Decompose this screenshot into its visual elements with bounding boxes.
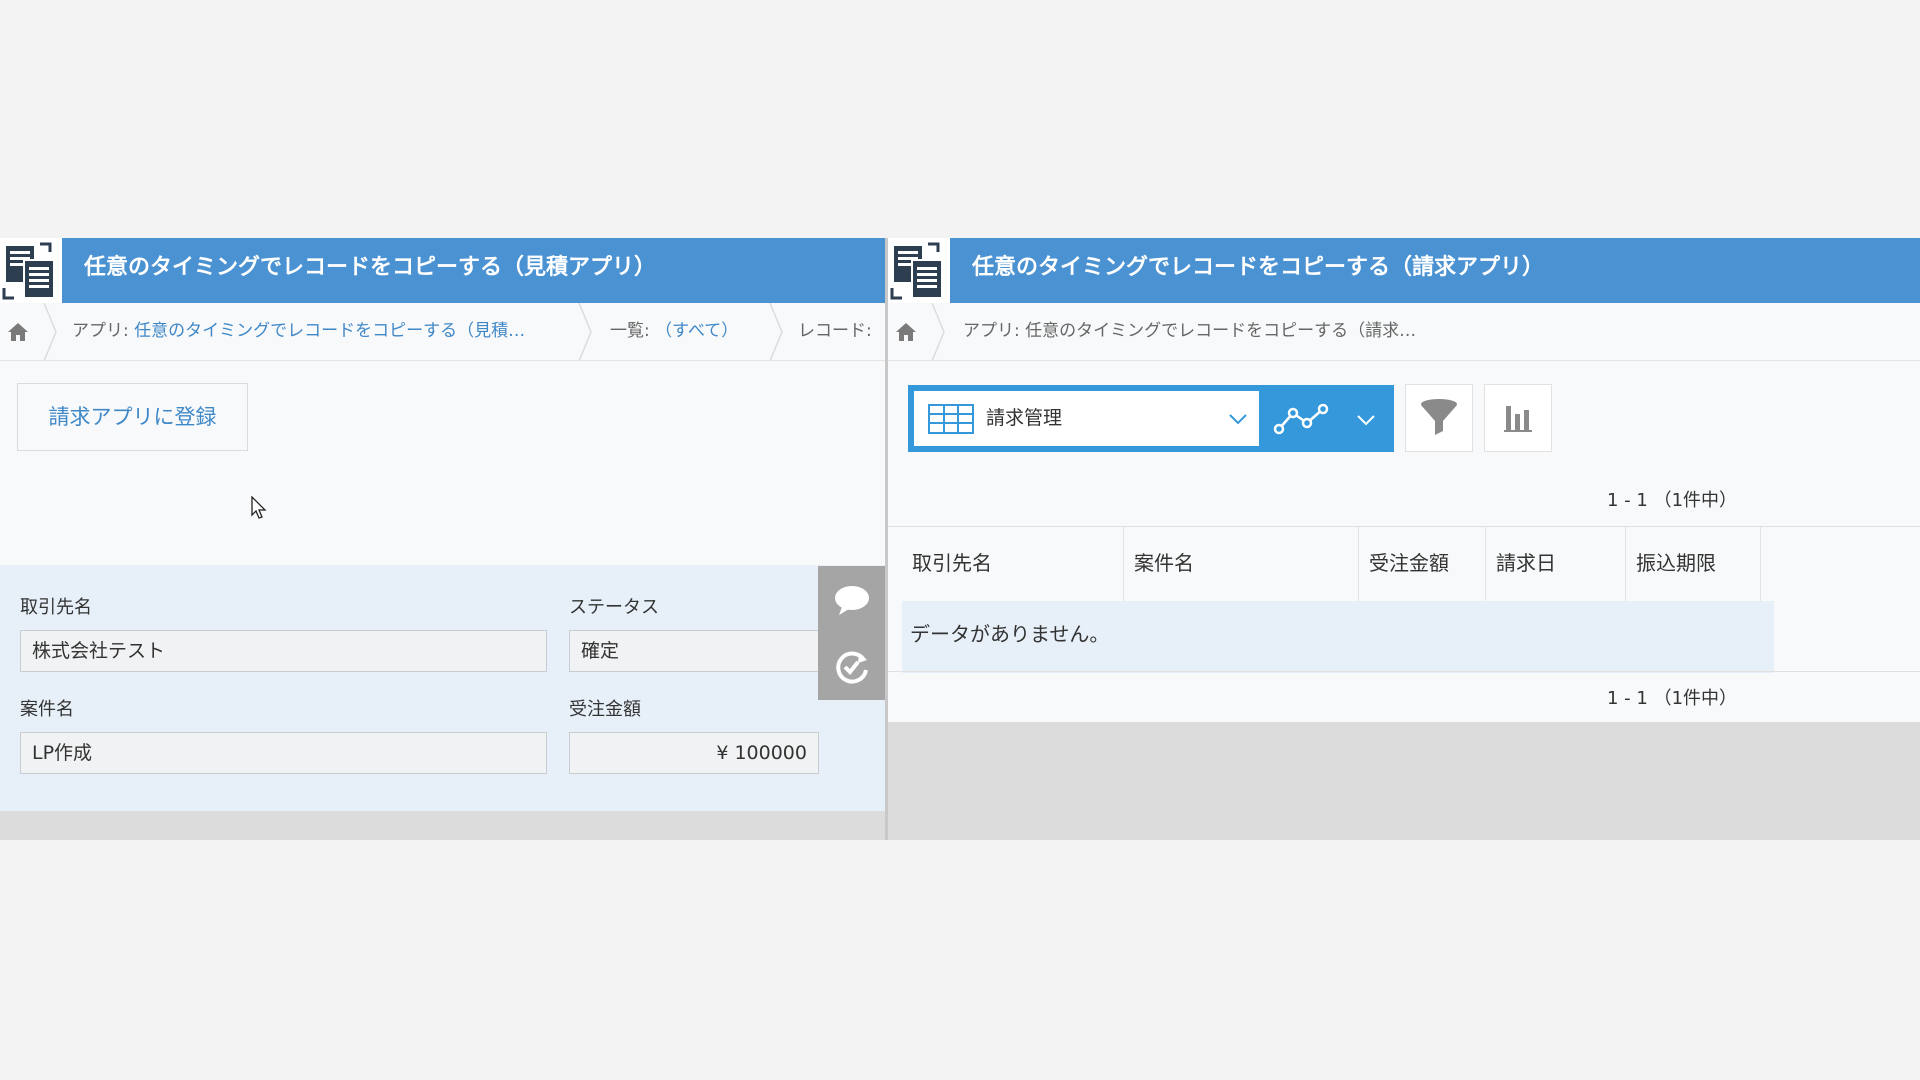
pagination-bottom: 1 - 1 （1件中） — [1607, 688, 1738, 709]
view-name: 請求管理 — [986, 407, 1063, 429]
history-button[interactable] — [818, 633, 885, 700]
breadcrumb-separator — [931, 303, 945, 360]
column-header[interactable]: 受注金額 — [1359, 527, 1486, 602]
status-field: 確定 — [569, 630, 819, 672]
estimate-app-pane: 任意のタイミングでレコードをコピーする（見積アプリ） アプリ: 任意のタイミング… — [0, 238, 885, 840]
filter-icon — [1421, 399, 1457, 435]
client-name-field: 株式会社テスト — [20, 630, 547, 672]
graph-select-button[interactable] — [1263, 385, 1394, 452]
app-header: 任意のタイミングでレコードをコピーする（請求アプリ） — [888, 238, 1920, 303]
project-name-label: 案件名 — [20, 699, 74, 720]
breadcrumb-separator — [769, 303, 783, 360]
breadcrumb-app-link[interactable]: 任意のタイミングでレコードをコピーする（見積… — [134, 321, 525, 341]
project-name-field: LP作成 — [20, 732, 547, 774]
view-select[interactable]: 請求管理 — [914, 391, 1259, 446]
breadcrumb-separator — [43, 303, 57, 360]
client-name-label: 取引先名 — [20, 597, 92, 618]
filter-button[interactable] — [1405, 384, 1473, 452]
billing-app-pane: 任意のタイミングでレコードをコピーする（請求アプリ） アプリ: 任意のタイミング… — [888, 238, 1920, 840]
bottom-area — [888, 722, 1920, 840]
line-graph-icon — [1273, 403, 1329, 435]
divider — [888, 671, 1920, 672]
empty-message: データがありません。 — [902, 601, 1774, 673]
table-view-icon — [928, 404, 974, 434]
history-icon — [835, 651, 868, 684]
chevron-down-icon — [1229, 414, 1247, 425]
bar-chart-icon — [1504, 406, 1532, 432]
comment-button[interactable] — [818, 566, 885, 633]
breadcrumb-list-link[interactable]: （すべて） — [655, 321, 738, 341]
home-icon[interactable] — [894, 321, 918, 343]
breadcrumb-list-prefix: 一覧: — [610, 321, 656, 341]
app-title: 任意のタイミングでレコードをコピーする（請求アプリ） — [950, 238, 1920, 303]
app-icon — [888, 238, 950, 303]
bottom-strip — [0, 811, 885, 840]
column-header[interactable]: 請求日 — [1486, 527, 1626, 602]
comment-icon — [834, 585, 869, 615]
divider — [888, 526, 1920, 527]
home-icon[interactable] — [6, 321, 30, 343]
breadcrumb-app-prefix: アプリ: — [72, 321, 135, 341]
status-label: ステータス — [569, 597, 659, 618]
breadcrumb-list[interactable]: 一覧: （すべて） — [610, 303, 738, 359]
pagination-top: 1 - 1 （1件中） — [1607, 490, 1738, 511]
view-toolbar: 請求管理 — [908, 385, 1394, 452]
breadcrumb-separator — [578, 303, 592, 360]
breadcrumb: アプリ: 任意のタイミングでレコードをコピーする（見積… 一覧: （すべて） レ… — [0, 303, 885, 361]
app-icon — [0, 238, 62, 303]
record-side-toolbar — [818, 566, 885, 700]
breadcrumb: アプリ: 任意のタイミングでレコードをコピーする（請求… — [888, 303, 1920, 361]
record-detail — [0, 565, 885, 811]
chevron-down-icon — [1357, 415, 1375, 426]
order-amount-label: 受注金額 — [569, 699, 641, 720]
table-header: 取引先名 案件名 受注金額 請求日 振込期限 — [902, 526, 1774, 602]
column-header[interactable]: 取引先名 — [902, 527, 1124, 602]
column-header[interactable]: 案件名 — [1124, 527, 1359, 602]
breadcrumb-app[interactable]: アプリ: 任意のタイミングでレコードをコピーする（見積… — [72, 303, 525, 359]
register-to-billing-button[interactable]: 請求アプリに登録 — [17, 383, 248, 451]
breadcrumb-app[interactable]: アプリ: 任意のタイミングでレコードをコピーする（請求… — [963, 303, 1416, 359]
order-amount-field: ¥ 100000 — [569, 732, 819, 774]
app-title: 任意のタイミングでレコードをコピーする（見積アプリ） — [62, 238, 885, 303]
mouse-cursor-icon — [251, 496, 267, 519]
app-header: 任意のタイミングでレコードをコピーする（見積アプリ） — [0, 238, 885, 303]
column-header[interactable]: 振込期限 — [1626, 527, 1761, 602]
breadcrumb-record: レコード: — [798, 321, 872, 341]
chart-button[interactable] — [1484, 384, 1552, 452]
